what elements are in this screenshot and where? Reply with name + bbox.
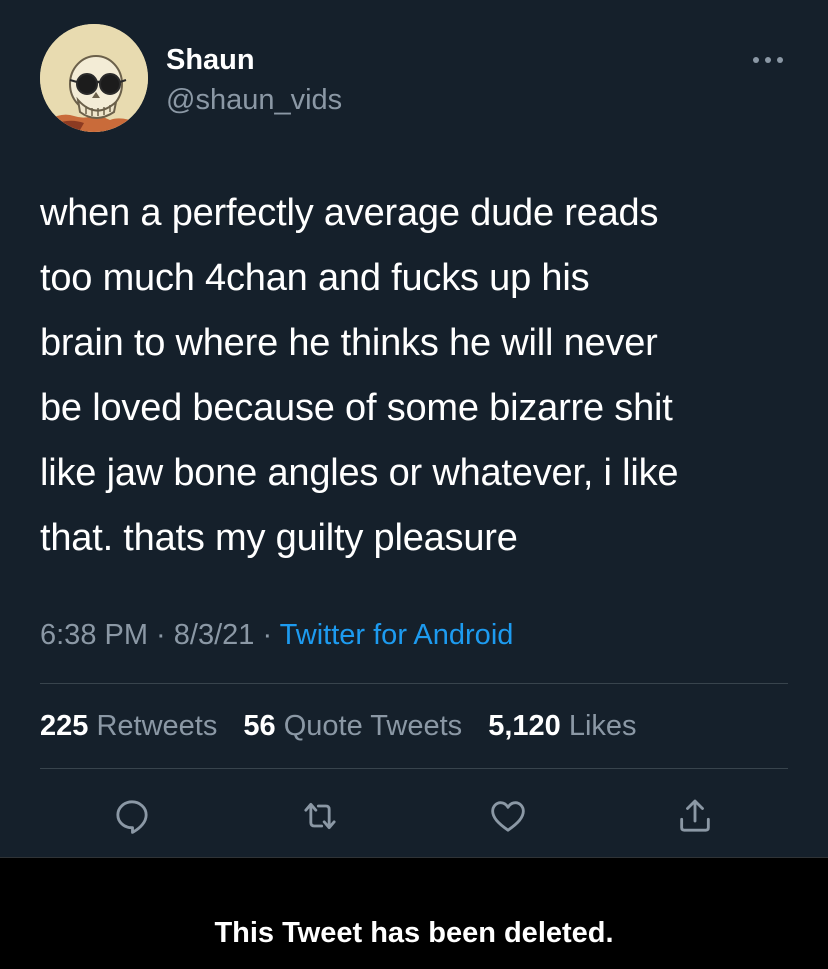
avatar[interactable] <box>40 24 148 132</box>
meta-separator: · <box>148 619 174 651</box>
share-icon <box>680 799 710 832</box>
more-options-button[interactable] <box>748 48 788 72</box>
retweet-icon <box>304 802 336 830</box>
tweet-date[interactable]: 8/3/21 <box>174 619 255 651</box>
author-display-name[interactable]: Shaun <box>166 43 255 77</box>
divider <box>40 768 788 769</box>
tweet-text-line: like jaw bone angles or whatever, i like <box>40 452 679 494</box>
tweet-text-line: that. thats my guilty pleasure <box>40 517 518 559</box>
tweet-text-line: brain to where he thinks he will never <box>40 322 658 364</box>
divider <box>40 683 788 684</box>
reply-icon <box>116 800 148 834</box>
meta-separator: · <box>254 619 280 651</box>
like-icon <box>491 801 525 832</box>
tweet-source-link[interactable]: Twitter for Android <box>280 619 514 651</box>
quote-tweets-label: Quote Tweets <box>283 710 463 742</box>
tweet-text-line: be loved because of some bizarre shit <box>40 387 673 429</box>
deleted-tweet-notice: This Tweet has been deleted. <box>0 857 828 969</box>
tweet-metadata: 6:38 PM · 8/3/21 · Twitter for Android <box>40 615 513 655</box>
reply-button[interactable] <box>110 794 154 838</box>
likes-label: Likes <box>568 710 637 742</box>
retweets-stat[interactable]: 225 Retweets <box>40 710 217 742</box>
share-button[interactable] <box>673 794 717 838</box>
tweet-text-line: when a perfectly average dude reads <box>40 192 659 234</box>
retweets-label: Retweets <box>96 710 218 742</box>
retweets-count: 225 <box>40 710 89 742</box>
engagement-stats: 225 Retweets 56 Quote Tweets 5,120 Likes <box>40 706 655 746</box>
deleted-notice-text: This Tweet has been deleted. <box>214 917 614 949</box>
likes-stat[interactable]: 5,120 Likes <box>488 710 636 742</box>
likes-count: 5,120 <box>488 710 561 742</box>
like-button[interactable] <box>486 794 530 838</box>
more-horizontal-icon <box>753 57 783 63</box>
tweet-card: Shaun @shaun_vids when a perfectly avera… <box>0 0 828 857</box>
quote-tweets-stat[interactable]: 56 Quote Tweets <box>243 710 462 742</box>
tweet-time[interactable]: 6:38 PM <box>40 619 148 651</box>
author-handle[interactable]: @shaun_vids <box>166 83 342 117</box>
tweet-text-line: too much 4chan and fucks up his <box>40 257 590 299</box>
quote-tweets-count: 56 <box>243 710 276 742</box>
tweet-text: when a perfectly average dude reads too … <box>40 181 800 571</box>
skull-avatar-icon <box>40 24 148 132</box>
retweet-button[interactable] <box>298 794 342 838</box>
